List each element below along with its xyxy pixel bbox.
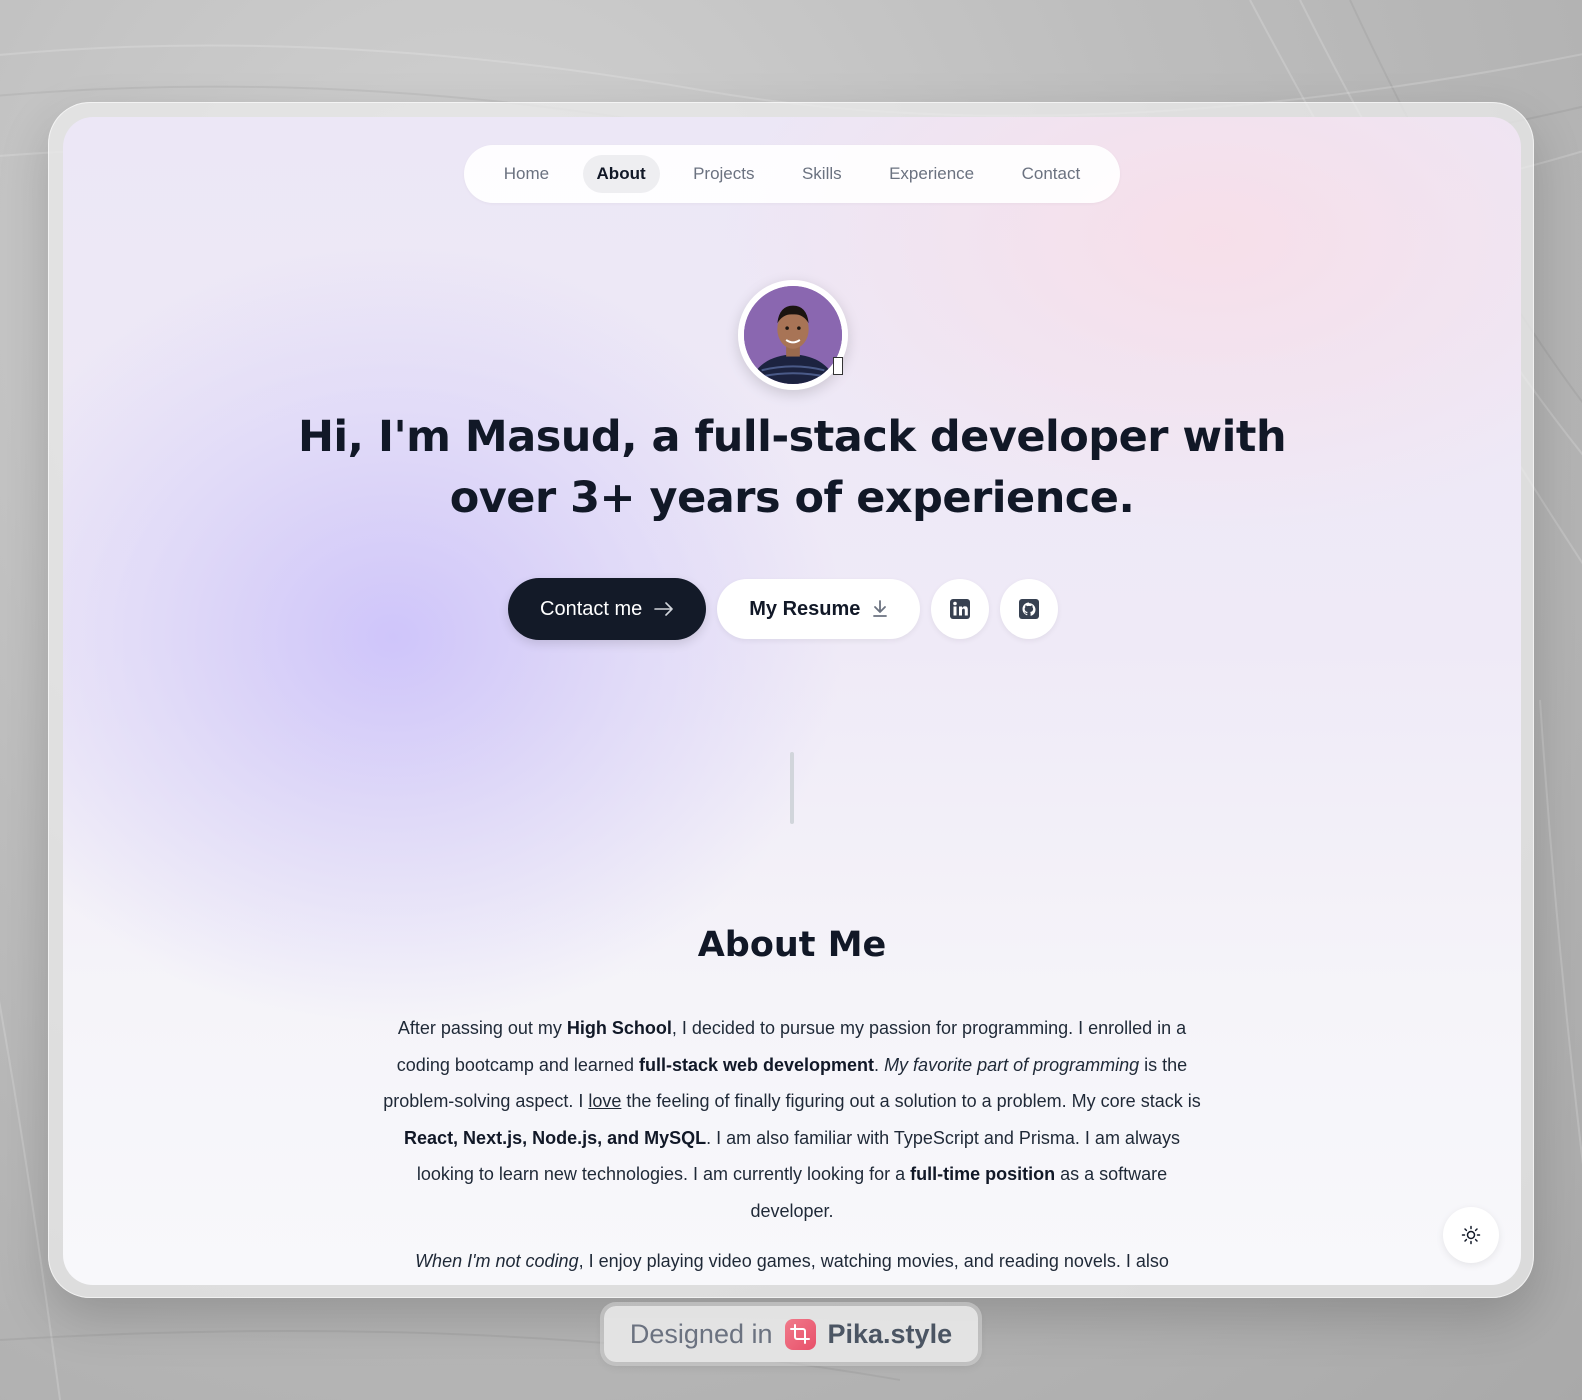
- nav-item-projects[interactable]: Projects: [679, 155, 768, 193]
- nav-item-home[interactable]: Home: [490, 155, 563, 193]
- about-heading: About Me: [697, 925, 887, 965]
- sun-icon: [1461, 1225, 1481, 1245]
- download-icon: [872, 600, 888, 618]
- hero-heading: Hi, I'm Masud, a full-stack developer wi…: [263, 407, 1321, 529]
- about-bold-span: full-time position: [910, 1164, 1056, 1184]
- about-underline-span: love: [588, 1091, 622, 1111]
- designed-in-badge[interactable]: Designed in Pika.style: [604, 1306, 978, 1362]
- wave-emoji-icon: [833, 357, 843, 375]
- badge-brand: Pika.style: [827, 1318, 953, 1349]
- avatar-portrait-icon: [744, 286, 842, 384]
- about-italic-span: My favorite part of programming: [884, 1054, 1140, 1075]
- browser-window: Home About Projects Skills Experience Co…: [63, 117, 1521, 1285]
- contact-me-button[interactable]: Contact me: [508, 578, 707, 640]
- contact-me-label: Contact me: [540, 597, 643, 620]
- github-icon: [1019, 599, 1040, 619]
- arrow-right-icon: [654, 602, 674, 616]
- hero-name: Hi, I'm Masud,: [297, 412, 638, 462]
- section-divider: [790, 752, 794, 824]
- hero-text: with: [1167, 412, 1287, 462]
- badge-prefix: Designed in: [629, 1318, 773, 1349]
- top-nav: Home About Projects Skills Experience Co…: [464, 145, 1120, 203]
- hero-text: of experience.: [780, 473, 1135, 523]
- nav-item-skills[interactable]: Skills: [788, 155, 856, 193]
- about-text-span: the feeling of finally figuring out a so…: [621, 1091, 1201, 1111]
- about-paragraph-1: After passing out my High School, I deci…: [376, 1010, 1208, 1229]
- about-paragraph-2: When I'm not coding, I enjoy playing vid…: [376, 1243, 1208, 1280]
- linkedin-button[interactable]: [931, 579, 990, 639]
- nav-item-about[interactable]: About: [582, 155, 660, 193]
- about-bold-span: High School: [566, 1018, 672, 1038]
- about-text-span: , I enjoy playing video games, watching …: [578, 1251, 1169, 1271]
- hero-actions: Contact me My Resume: [508, 578, 1059, 640]
- about-bold-span: full-stack web development: [638, 1054, 875, 1075]
- linkedin-icon: [950, 599, 971, 619]
- about-italic-span: When I'm not coding: [415, 1251, 579, 1271]
- nav-item-contact[interactable]: Contact: [1008, 155, 1095, 193]
- hero-role: full-stack developer: [694, 412, 1169, 462]
- github-button[interactable]: [1000, 579, 1059, 639]
- about-text-span: .: [874, 1054, 885, 1075]
- avatar-container: [738, 280, 848, 390]
- crop-icon: [784, 1318, 816, 1350]
- hero-text: a: [637, 412, 695, 462]
- about-text: After passing out my High School, I deci…: [376, 1010, 1208, 1280]
- about-bold-span: React, Next.js, Node.js, and MySQL: [404, 1127, 707, 1148]
- theme-toggle-button[interactable]: [1443, 1207, 1499, 1263]
- my-resume-button[interactable]: My Resume: [717, 579, 921, 639]
- avatar: [738, 280, 848, 390]
- nav-item-experience[interactable]: Experience: [875, 155, 988, 193]
- hero-years: over 3+ years: [449, 473, 781, 523]
- my-resume-label: My Resume: [749, 597, 861, 620]
- about-text-span: After passing out my: [397, 1018, 567, 1038]
